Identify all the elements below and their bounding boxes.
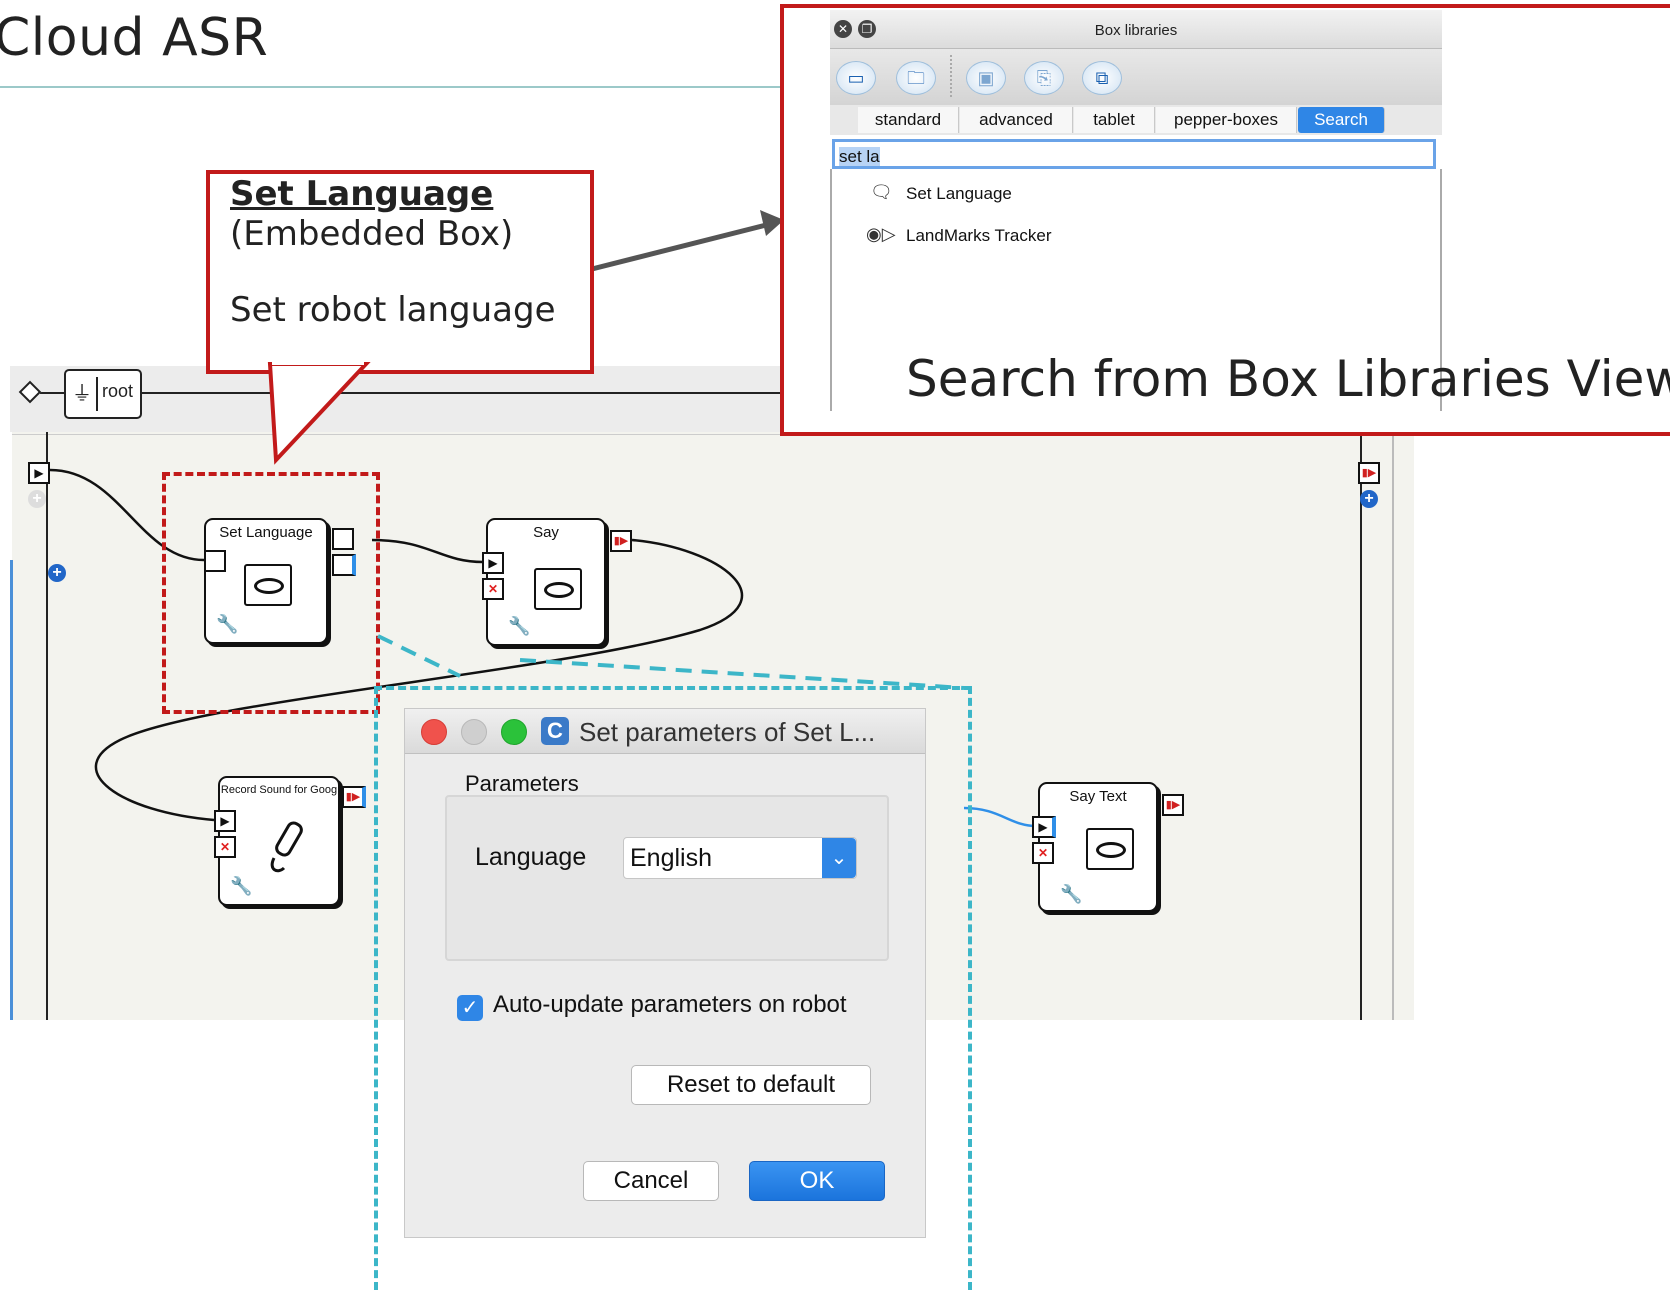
new-window-icon[interactable]: ▭ [836, 61, 876, 95]
speech-bubble-icon: 🗨 [870, 182, 893, 202]
export-icon[interactable]: ⎘ [1024, 61, 1064, 95]
tab-search[interactable]: Search [1298, 107, 1385, 133]
result-set-language[interactable]: Set Language [906, 184, 1012, 204]
close-icon[interactable] [421, 719, 447, 745]
set-parameters-dialog: C Set parameters of Set L... Parameters … [404, 708, 926, 1238]
toolbar-separator [950, 55, 953, 97]
language-label: Language [475, 843, 587, 871]
library-search-input[interactable]: set la [832, 139, 1436, 169]
parameters-group-label: Parameters [465, 771, 579, 796]
reset-to-default-button[interactable]: Reset to default [631, 1065, 871, 1105]
library-title: Box libraries [1094, 22, 1178, 39]
parameters-group: Language English ⌄ [445, 795, 889, 961]
open-folder-icon[interactable]: 🗀 [896, 61, 936, 95]
landmark-icon: ◉▷ [866, 224, 896, 244]
library-toolbar: ▭ 🗀 ▣ ⎘ ⧉ [830, 49, 1442, 105]
language-value: English [630, 844, 712, 872]
tab-advanced[interactable]: advanced [960, 107, 1073, 133]
minimize-icon[interactable] [461, 719, 487, 745]
result-landmarks-tracker[interactable]: LandMarks Tracker [906, 226, 1052, 246]
auto-update-label[interactable]: Auto-update parameters on robot [493, 991, 847, 1019]
duplicate-icon[interactable]: ⧉ [1082, 61, 1122, 95]
dialog-title: Set parameters of Set L... [579, 717, 876, 747]
language-select[interactable]: English ⌄ [623, 837, 857, 879]
library-tabs: standard advanced tablet pepper-boxes Se… [830, 105, 1442, 135]
results-border [830, 169, 832, 411]
choregraphe-app-icon: C [541, 717, 569, 745]
library-caption: Search from Box Libraries View [906, 350, 1670, 408]
save-icon[interactable]: ▣ [966, 61, 1006, 95]
search-value: set la [839, 147, 880, 166]
auto-update-checkbox[interactable]: ✓ [457, 995, 483, 1021]
box-libraries-panel: ✕ ❐ Box libraries ▭ 🗀 ▣ ⎘ ⧉ standard adv… [780, 4, 1670, 436]
ok-button[interactable]: OK [749, 1161, 885, 1201]
library-titlebar: ✕ ❐ Box libraries [830, 10, 1442, 49]
chevron-down-icon[interactable]: ⌄ [822, 838, 856, 878]
tab-pepper-boxes[interactable]: pepper-boxes [1156, 107, 1297, 133]
dialog-titlebar: C Set parameters of Set L... [405, 709, 925, 754]
tab-tablet[interactable]: tablet [1074, 107, 1155, 133]
tab-standard[interactable]: standard [858, 107, 959, 133]
zoom-icon[interactable] [501, 719, 527, 745]
cancel-button[interactable]: Cancel [583, 1161, 719, 1201]
